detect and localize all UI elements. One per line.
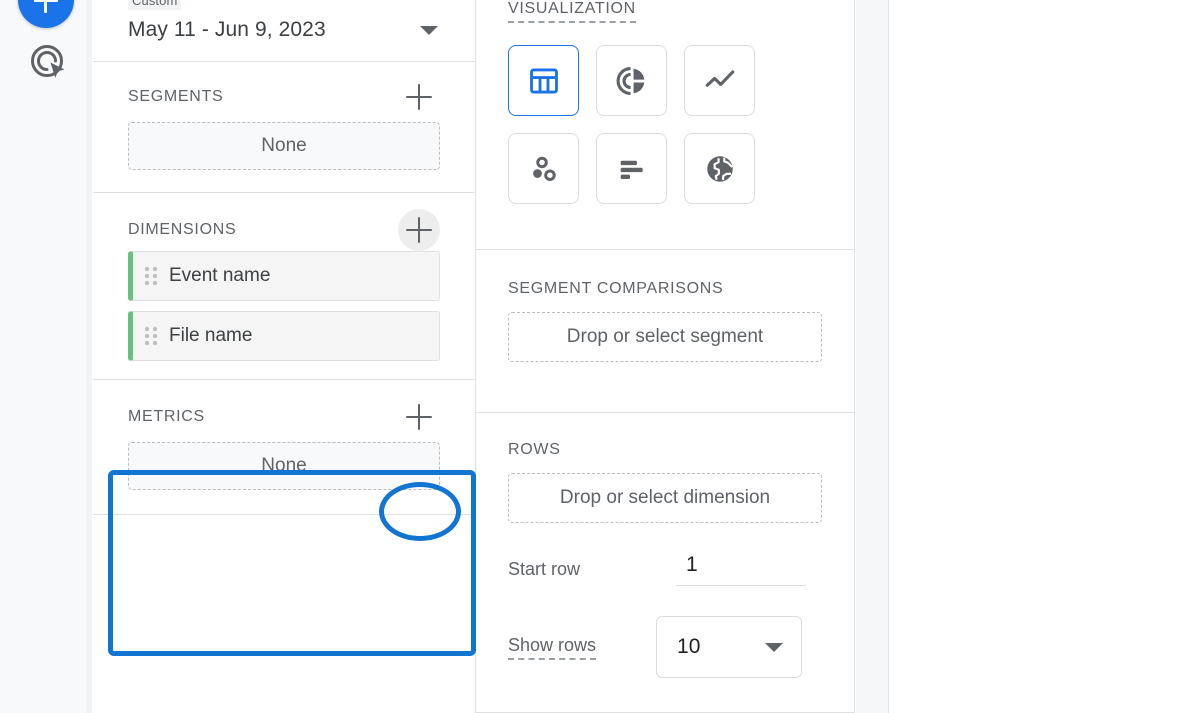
viz-option-donut-chart[interactable] [596, 45, 667, 116]
date-range-section: Custom May 11 - Jun 9, 2023 [93, 0, 475, 62]
viz-option-line-chart[interactable] [684, 45, 755, 116]
date-range-chip-label: Custom [128, 0, 182, 10]
rows-dropzone[interactable]: Drop or select dimension [508, 473, 822, 523]
show-rows-field-row: Show rows 10 [508, 616, 822, 678]
chevron-down-icon [765, 642, 784, 652]
dimensions-add-button[interactable] [398, 209, 440, 251]
plus-icon-vertical [44, 0, 47, 13]
visualization-section: VISUALIZATION [476, 0, 854, 250]
donut-chart-icon [615, 64, 649, 98]
date-range-selector[interactable]: May 11 - Jun 9, 2023 [128, 18, 440, 42]
metrics-dropzone[interactable]: None [128, 442, 440, 490]
geo-map-icon [703, 152, 737, 186]
plus-icon-vertical [417, 84, 421, 110]
scatter-plot-icon [527, 152, 561, 186]
visualization-title: VISUALIZATION [508, 0, 636, 23]
metrics-title: METRICS [128, 408, 205, 425]
advertising-target-icon[interactable] [28, 42, 70, 84]
drag-handle-icon[interactable] [145, 327, 157, 345]
nav-rail [0, 0, 92, 713]
segment-comparisons-section: SEGMENT COMPARISONS Drop or select segme… [476, 250, 854, 413]
show-rows-select[interactable]: 10 [656, 616, 803, 678]
viz-option-table[interactable] [508, 45, 579, 116]
rows-section: ROWS Drop or select dimension Start row … [476, 413, 854, 713]
segments-dropzone[interactable]: None [128, 122, 440, 170]
segment-comparisons-dropzone-label: Drop or select segment [566, 326, 764, 347]
metrics-header: METRICS [128, 396, 440, 438]
bar-chart-icon [615, 152, 649, 186]
viz-option-bar-chart[interactable] [596, 133, 667, 204]
rows-dropzone-label: Drop or select dimension [559, 487, 771, 508]
segments-dropzone-label: None [261, 135, 307, 156]
drag-handle-icon[interactable] [145, 267, 157, 285]
create-fab-button[interactable] [18, 0, 74, 28]
start-row-field-row: Start row [508, 553, 822, 586]
dimension-chip[interactable]: File name [128, 311, 440, 361]
plus-icon-vertical [417, 217, 421, 243]
metrics-section: METRICS None [93, 380, 475, 515]
dimension-chip-label: Event name [169, 265, 271, 286]
chevron-down-icon [420, 25, 438, 35]
dimensions-spacer [128, 371, 440, 377]
start-row-label: Start row [508, 559, 581, 579]
segments-header: SEGMENTS [128, 76, 440, 118]
date-range-value: May 11 - Jun 9, 2023 [128, 18, 326, 41]
panel-scrollbar[interactable] [86, 0, 92, 713]
variables-column: Custom May 11 - Jun 9, 2023 SEGMENTS Non… [93, 0, 476, 713]
show-rows-value: 10 [677, 635, 701, 658]
panel-gutter [856, 0, 889, 713]
exploration-canvas [889, 0, 1200, 713]
show-rows-label: Show rows [508, 635, 597, 660]
metrics-add-button[interactable] [398, 396, 440, 438]
line-chart-icon [703, 64, 737, 98]
rows-title: ROWS [508, 441, 561, 458]
viz-option-geo-map[interactable] [684, 133, 755, 204]
table-icon [527, 64, 561, 98]
dimensions-title: DIMENSIONS [128, 221, 237, 238]
dimensions-section: DIMENSIONS Event name File name [93, 193, 475, 380]
segments-add-button[interactable] [398, 76, 440, 118]
segments-title: SEGMENTS [128, 88, 224, 105]
dimension-chip-label: File name [169, 325, 253, 346]
start-row-input[interactable] [676, 553, 806, 586]
analytics-exploration-screen: Custom May 11 - Jun 9, 2023 SEGMENTS Non… [0, 0, 1200, 713]
visualization-options [508, 45, 822, 204]
tab-settings-column: VISUALIZATION SEGMENT COMPARISONS Drop o… [476, 0, 855, 713]
plus-icon-vertical [417, 404, 421, 430]
segment-comparisons-title: SEGMENT COMPARISONS [508, 280, 724, 297]
dimension-chip[interactable]: Event name [128, 251, 440, 301]
segment-comparisons-dropzone[interactable]: Drop or select segment [508, 312, 822, 362]
segments-section: SEGMENTS None [93, 62, 475, 193]
dimensions-header: DIMENSIONS [128, 209, 440, 251]
viz-option-scatter-plot[interactable] [508, 133, 579, 204]
metrics-dropzone-label: None [261, 455, 307, 476]
